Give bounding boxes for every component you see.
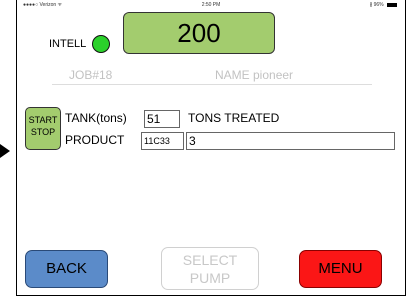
tank-label: TANK(tons) [65,111,127,125]
product-code-input[interactable]: 11C33 [141,132,184,150]
app-screen: ●●●●○ Verizon ᯤ 2:50 PM ∦ 96% INTELL 200… [16,0,406,296]
name-underline [197,84,372,85]
status-time: 2:50 PM [201,2,221,8]
select-pump-button[interactable]: SELECT PUMP [161,247,259,290]
intell-label: INTELL [49,38,87,50]
side-arrow-icon [0,144,10,158]
battery-icon [387,2,397,7]
select-pump-line1: SELECT [182,252,238,268]
battery-indicator: ∦ 96% [370,2,397,8]
stop-label: STOP [30,127,56,137]
start-stop-button[interactable]: START STOP [25,107,61,150]
battery-text: ∦ 96% [369,2,384,8]
count-display[interactable]: 200 [123,12,275,54]
tons-treated-label: TONS TREATED [188,111,280,125]
status-bar: ●●●●○ Verizon ᯤ 2:50 PM ∦ 96% [17,0,405,10]
name-field[interactable]: NAME pioneer [215,68,293,82]
menu-button[interactable]: MENU [299,250,382,288]
select-pump-line2: PUMP [189,270,231,286]
job-underline [52,84,202,85]
job-field[interactable]: JOB#18 [69,68,112,82]
product-value-input[interactable]: 3 [186,132,395,150]
tank-input[interactable]: 51 [144,110,180,128]
intell-status-dot [92,35,110,53]
start-label: START [28,115,58,125]
back-button[interactable]: BACK [25,250,108,288]
product-label: PRODUCT [65,133,125,147]
